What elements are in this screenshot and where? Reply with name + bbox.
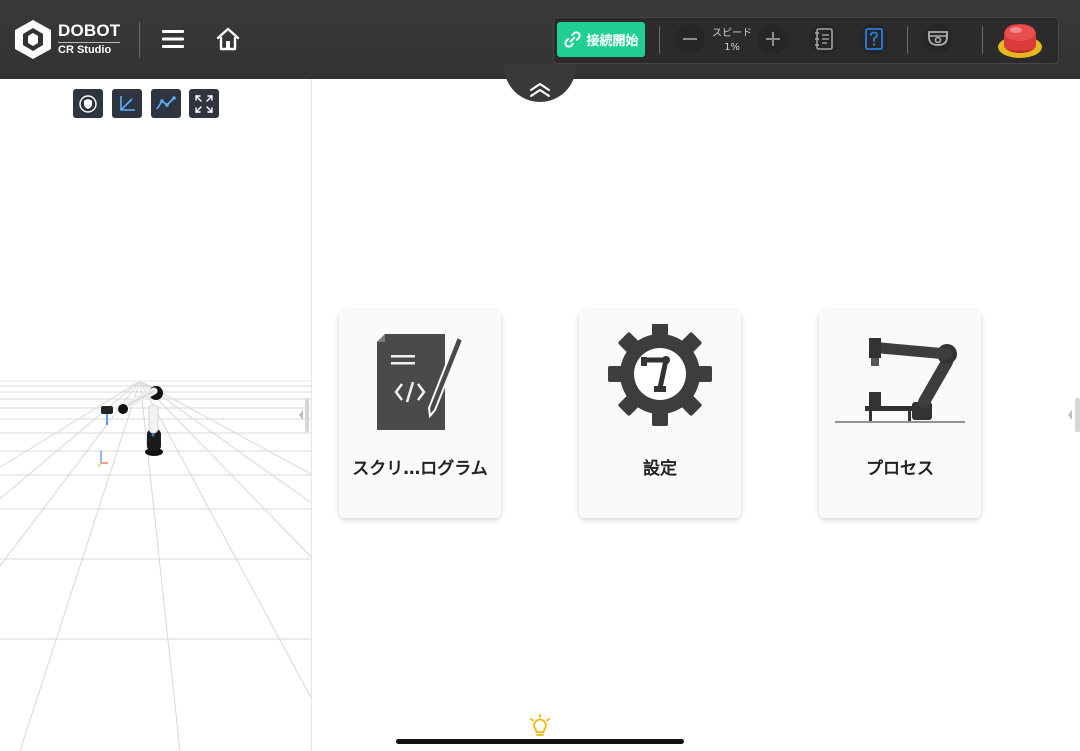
camera-button[interactable] xyxy=(923,24,953,54)
double-chevron-up-icon xyxy=(530,83,550,97)
home-icon[interactable] xyxy=(215,26,241,52)
fullscreen-icon xyxy=(195,94,213,113)
view-trajectory-button[interactable] xyxy=(151,89,181,118)
dobot-logo-icon xyxy=(15,20,51,59)
trajectory-line-icon xyxy=(156,95,176,109)
log-button[interactable] xyxy=(809,24,839,54)
link-icon xyxy=(564,31,582,48)
brand-name: DOBOT xyxy=(58,21,121,40)
toolbar-divider xyxy=(907,26,908,54)
settings-card[interactable]: 設定 xyxy=(579,310,741,518)
card-label: プロセス xyxy=(866,459,934,479)
plus-icon xyxy=(766,32,780,46)
emergency-stop-icon[interactable] xyxy=(997,21,1043,59)
settings-gear-robot-icon xyxy=(608,324,712,426)
camera-icon xyxy=(928,31,948,46)
shield-icon xyxy=(79,94,97,113)
notebook-icon xyxy=(815,28,833,50)
connect-label: 接続開始 xyxy=(586,34,639,49)
toolbar-divider xyxy=(982,26,983,54)
panel-divider xyxy=(311,79,312,751)
robot-3d-view[interactable] xyxy=(0,79,311,751)
collapse-left-panel-icon[interactable] xyxy=(296,398,310,432)
fullscreen-button[interactable] xyxy=(189,89,219,118)
speed-decrease-button[interactable] xyxy=(675,24,705,54)
collapse-toolbar-button[interactable] xyxy=(504,64,576,102)
script-programming-card[interactable]: スクリ…ログラム xyxy=(339,310,501,518)
brand-logo-text: DOBOT CR Studio xyxy=(58,21,121,56)
speed-increase-button[interactable] xyxy=(758,24,788,54)
toolbar-divider xyxy=(659,26,660,54)
product-name: CR Studio xyxy=(58,42,121,56)
card-label: 設定 xyxy=(643,459,677,479)
header-divider xyxy=(139,22,140,58)
connect-button[interactable]: 接続開始 xyxy=(557,22,645,57)
home-indicator xyxy=(396,739,684,744)
process-robot-arm-icon xyxy=(835,338,965,423)
card-label: スクリ…ログラム xyxy=(352,459,488,479)
process-card[interactable]: プロセス xyxy=(819,310,981,518)
view-safety-button[interactable] xyxy=(73,89,103,118)
script-document-icon xyxy=(377,334,465,430)
view-coordinate-button[interactable] xyxy=(112,89,142,118)
lightbulb-icon[interactable] xyxy=(529,714,551,740)
speed-label: スピード xyxy=(712,28,752,39)
expand-right-panel-icon[interactable] xyxy=(1064,398,1080,432)
help-button[interactable] xyxy=(859,24,889,54)
minus-icon xyxy=(683,38,697,40)
robot-arm-model xyxy=(97,386,163,468)
speed-value: 1% xyxy=(724,42,740,53)
coordinate-axes-icon xyxy=(120,95,135,111)
hamburger-menu-icon[interactable] xyxy=(160,28,186,50)
help-book-icon xyxy=(865,28,883,50)
